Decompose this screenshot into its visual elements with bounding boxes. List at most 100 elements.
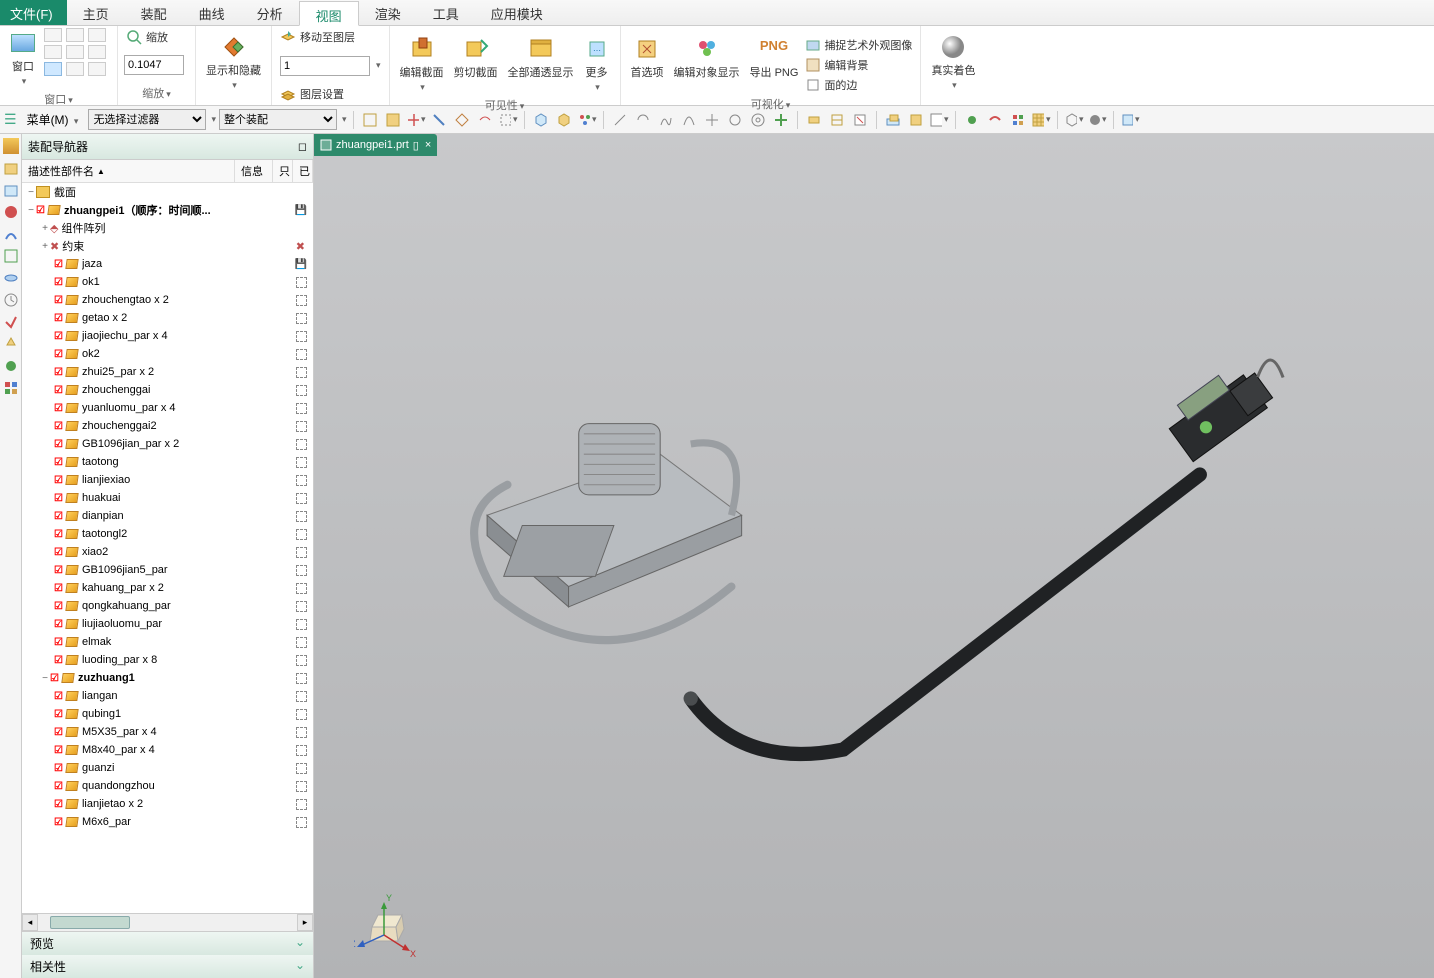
side-icon-4[interactable] <box>3 204 19 220</box>
ribbon: 窗口▾ 窗口▾ 缩放 缩放▾ 显示和隐藏▾ 移动至图层 ▾ 图层设置 编辑截面▾… <box>0 26 1434 106</box>
assembly-tree[interactable]: −截面−☑zhuangpei1（顺序：时间顺...💾+⬘组件阵列+✖约束✖☑ja… <box>22 183 313 913</box>
col-changed[interactable]: 已 <box>293 160 313 182</box>
hscroll-right[interactable]: ▸ <box>297 914 313 931</box>
related-header[interactable]: 相关性⌄ <box>22 955 313 978</box>
layout-btn-5[interactable] <box>66 45 84 59</box>
layout-btn-6[interactable] <box>88 45 106 59</box>
side-icon-1[interactable] <box>3 138 19 154</box>
tb-icon-24[interactable]: ▾ <box>929 110 949 130</box>
edit-obj-display[interactable]: 编辑对象显示 <box>670 34 744 94</box>
side-icon-7[interactable] <box>3 270 19 286</box>
true-shade[interactable]: 真实着色▾ <box>927 32 979 93</box>
menu-tab-analysis[interactable]: 分析 <box>241 0 299 25</box>
side-icon-8[interactable] <box>3 292 19 308</box>
side-icon-11[interactable] <box>3 358 19 374</box>
3d-viewport[interactable]: zhuangpei1.prt ▯ × <box>314 134 1434 978</box>
menu-tab-home[interactable]: 主页 <box>67 0 125 25</box>
layout-btn-9[interactable] <box>88 62 106 76</box>
side-icon-6[interactable] <box>3 248 19 264</box>
more-button[interactable]: ⋯更多▾ <box>580 34 614 95</box>
side-icon-3[interactable] <box>3 182 19 198</box>
tb-icon-21[interactable] <box>850 110 870 130</box>
tb-icon-10[interactable]: ▾ <box>577 110 597 130</box>
tree-hscroll[interactable]: ◂ ▸ <box>22 913 313 931</box>
zoom-button[interactable]: 缩放 <box>124 28 189 46</box>
tb-icon-5[interactable] <box>452 110 472 130</box>
tb-icon-17[interactable] <box>748 110 768 130</box>
file-menu[interactable]: 文件(F) <box>0 0 67 25</box>
col-readonly[interactable]: 只 <box>273 160 293 182</box>
hscroll-left[interactable]: ◂ <box>22 914 38 931</box>
tb-icon-23[interactable] <box>906 110 926 130</box>
tb-icon-3[interactable]: ▾ <box>406 110 426 130</box>
filter2-select[interactable]: 整个装配 <box>219 109 337 130</box>
layer-settings[interactable]: 图层设置 <box>278 85 383 103</box>
menu-icon[interactable]: ☰ <box>4 111 17 128</box>
layout-btn-2[interactable] <box>66 28 84 42</box>
tb-icon-14[interactable] <box>679 110 699 130</box>
menu-tab-tools[interactable]: 工具 <box>417 0 475 25</box>
side-icon-2[interactable] <box>3 160 19 176</box>
tb-icon-4[interactable] <box>429 110 449 130</box>
tb-icon-29[interactable]: ▾ <box>1064 110 1084 130</box>
tb-icon-8[interactable] <box>531 110 551 130</box>
side-icon-9[interactable] <box>3 314 19 330</box>
export-png[interactable]: PNG导出 PNG <box>746 34 803 94</box>
col-info[interactable]: 信息 <box>235 160 273 182</box>
side-icon-12[interactable] <box>3 380 19 396</box>
tb-icon-30[interactable]: ▾ <box>1087 110 1107 130</box>
menu-tab-assembly[interactable]: 装配 <box>125 0 183 25</box>
tb-icon-31[interactable]: ▾ <box>1120 110 1140 130</box>
menubar: 文件(F) 主页 装配 曲线 分析 视图 渲染 工具 应用模块 <box>0 0 1434 26</box>
panel-undock-icon[interactable]: ◻ <box>298 140 307 153</box>
cut-section[interactable]: 剪切截面 <box>450 34 502 95</box>
tb-icon-16[interactable] <box>725 110 745 130</box>
window-button[interactable]: 窗口▾ <box>6 28 40 89</box>
move-to-layer[interactable]: 移动至图层 <box>278 28 383 46</box>
layout-btn-8[interactable] <box>66 62 84 76</box>
menu-m[interactable]: 菜单(M) ▾ <box>20 108 86 131</box>
tb-icon-2[interactable] <box>383 110 403 130</box>
menu-tab-curve[interactable]: 曲线 <box>183 0 241 25</box>
menu-tab-appmodule[interactable]: 应用模块 <box>475 0 559 25</box>
tb-icon-27[interactable] <box>1008 110 1028 130</box>
hscroll-thumb[interactable] <box>50 916 130 929</box>
tb-icon-25[interactable] <box>962 110 982 130</box>
side-icon-5[interactable] <box>3 226 19 242</box>
side-icon-10[interactable] <box>3 336 19 352</box>
menu-tab-render[interactable]: 渲染 <box>359 0 417 25</box>
tb-icon-1[interactable] <box>360 110 380 130</box>
preview-header[interactable]: 预览⌄ <box>22 932 313 955</box>
filter1-select[interactable]: 无选择过滤器 <box>88 109 206 130</box>
tb-icon-13[interactable] <box>656 110 676 130</box>
tb-icon-20[interactable] <box>827 110 847 130</box>
png-icon: PNG <box>760 36 788 62</box>
zoom-value-input[interactable] <box>124 55 184 75</box>
tb-icon-11[interactable] <box>610 110 630 130</box>
tb-icon-26[interactable] <box>985 110 1005 130</box>
edit-section[interactable]: 编辑截面▾ <box>396 34 448 95</box>
tb-icon-6[interactable] <box>475 110 495 130</box>
tb-icon-22[interactable] <box>883 110 903 130</box>
col-name[interactable]: 描述性部件名 <box>28 163 94 179</box>
all-transparent[interactable]: 全部通透显示 <box>504 34 578 95</box>
show-hide-button[interactable]: 显示和隐藏▾ <box>202 32 265 93</box>
edit-background[interactable]: 编辑背景 <box>804 56 914 74</box>
preferences[interactable]: 首选项 <box>627 34 668 94</box>
tb-icon-15[interactable] <box>702 110 722 130</box>
layout-btn-4[interactable] <box>44 45 62 59</box>
menu-tab-view[interactable]: 视图 <box>299 1 359 26</box>
view-triad[interactable]: Y X Z <box>354 890 424 960</box>
layout-btn-7[interactable] <box>44 62 62 76</box>
tb-icon-9[interactable] <box>554 110 574 130</box>
tb-icon-7[interactable]: ▾ <box>498 110 518 130</box>
layout-btn-1[interactable] <box>44 28 62 42</box>
tb-icon-12[interactable] <box>633 110 653 130</box>
layout-btn-3[interactable] <box>88 28 106 42</box>
layer-combo[interactable] <box>280 56 370 76</box>
tb-icon-19[interactable] <box>804 110 824 130</box>
tb-icon-18[interactable] <box>771 110 791 130</box>
capture-image[interactable]: 捕捉艺术外观图像 <box>804 36 914 54</box>
tb-icon-28[interactable]: ▾ <box>1031 110 1051 130</box>
face-edges[interactable]: 面的边 <box>804 76 914 94</box>
